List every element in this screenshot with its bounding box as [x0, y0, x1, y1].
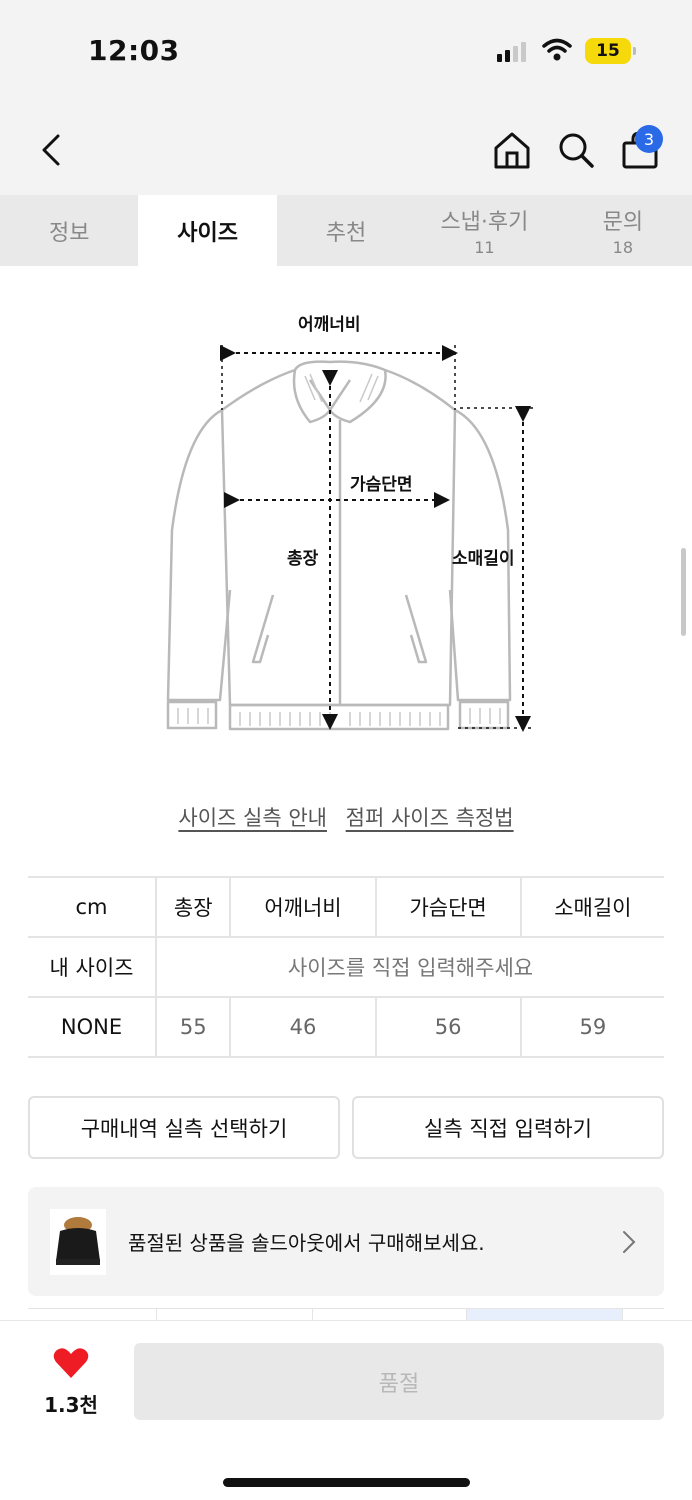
tab-recommend[interactable]: 추천	[277, 195, 415, 266]
unit-cell: cm	[28, 876, 156, 938]
tab-label: 사이즈	[177, 220, 238, 246]
home-icon[interactable]	[492, 130, 532, 170]
header-cell: 어깨너비	[229, 876, 376, 938]
value-cell: 59	[519, 997, 664, 1058]
nav-bar	[0, 100, 692, 195]
tab-label: 스냅·후기	[440, 210, 529, 235]
home-indicator	[223, 1478, 470, 1487]
status-time: 12:03	[88, 34, 180, 67]
header-cell: 총장	[154, 876, 231, 938]
soldout-marketplace-banner[interactable]: 품절된 상품을 솔드아웃에서 구매해보세요.	[28, 1187, 664, 1296]
battery-icon: 15	[585, 38, 631, 64]
size-table: cm 총장 어깨너비 가슴단면 소매길이 내 사이즈 사이즈를 직접 입력해주세…	[28, 876, 664, 1058]
jacket-illustration	[166, 345, 535, 732]
shoulder-width-label: 어깨너비	[298, 315, 361, 335]
value-cell: 55	[154, 997, 231, 1058]
tab-label: 추천	[325, 220, 367, 246]
tab-label: 정보	[48, 220, 90, 246]
product-thumbnail	[50, 1208, 106, 1275]
measure-action-buttons: 구매내역 실측 선택하기 실측 직접 입력하기	[28, 1096, 664, 1159]
chevron-right-icon	[623, 1230, 636, 1253]
soldout-banner-text: 품절된 상품을 솔드아웃에서 구매해보세요.	[128, 1231, 485, 1255]
wifi-icon	[542, 38, 572, 61]
soldout-button[interactable]: 품절	[134, 1343, 664, 1420]
size-diagram: 어깨너비 가슴단면 총장 소매길이	[150, 290, 550, 750]
tab-count: 11	[474, 238, 495, 257]
cart-count-badge: 3	[635, 125, 663, 153]
size-guide-links: 사이즈 실측 안내 점퍼 사이즈 측정법	[0, 802, 692, 832]
my-size-label: 내 사이즈	[28, 937, 156, 998]
my-size-input-prompt[interactable]: 사이즈를 직접 입력해주세요	[155, 937, 664, 998]
size-name-cell: NONE	[28, 997, 156, 1058]
clipped-table-edge	[28, 1308, 664, 1320]
tab-info[interactable]: 정보	[0, 195, 138, 266]
chest-width-label: 가슴단면	[350, 475, 413, 495]
table-row: NONE 55 46 56 59	[28, 997, 664, 1058]
tab-size[interactable]: 사이즈	[138, 195, 277, 266]
tab-snap-review[interactable]: 스냅·후기 11	[415, 195, 553, 266]
value-cell: 46	[229, 997, 376, 1058]
total-length-label: 총장	[287, 549, 319, 569]
tab-inquiry[interactable]: 문의 18	[554, 195, 692, 266]
heart-icon	[53, 1348, 89, 1378]
jumper-measure-method-link[interactable]: 점퍼 사이즈 측정법	[346, 806, 514, 830]
search-icon[interactable]	[556, 130, 596, 170]
value-cell: 56	[374, 997, 521, 1058]
my-size-row: 내 사이즈 사이즈를 직접 입력해주세요	[28, 937, 664, 998]
status-bar: 12:03 15	[0, 0, 692, 100]
cellular-signal-icon	[497, 42, 526, 62]
tab-count: 18	[612, 238, 633, 257]
select-purchase-measurement-button[interactable]: 구매내역 실측 선택하기	[28, 1096, 340, 1159]
sleeve-length-label: 소매길이	[452, 549, 515, 569]
header-cell: 가슴단면	[374, 876, 521, 938]
table-header-row: cm 총장 어깨너비 가슴단면 소매길이	[28, 876, 664, 938]
manual-measurement-input-button[interactable]: 실측 직접 입력하기	[352, 1096, 664, 1159]
bottom-action-bar: 1.3천 품절	[0, 1320, 692, 1500]
header-cell: 소매길이	[519, 876, 664, 938]
scrollbar[interactable]	[681, 548, 686, 636]
tab-bar: 정보 사이즈 추천 스냅·후기 11 문의 18	[0, 195, 692, 266]
like-count: 1.3천	[44, 1393, 98, 1417]
like-button[interactable]: 1.3천	[40, 1347, 102, 1418]
back-icon[interactable]	[34, 130, 70, 170]
size-measure-guide-link[interactable]: 사이즈 실측 안내	[178, 806, 327, 830]
tab-label: 문의	[602, 210, 644, 235]
